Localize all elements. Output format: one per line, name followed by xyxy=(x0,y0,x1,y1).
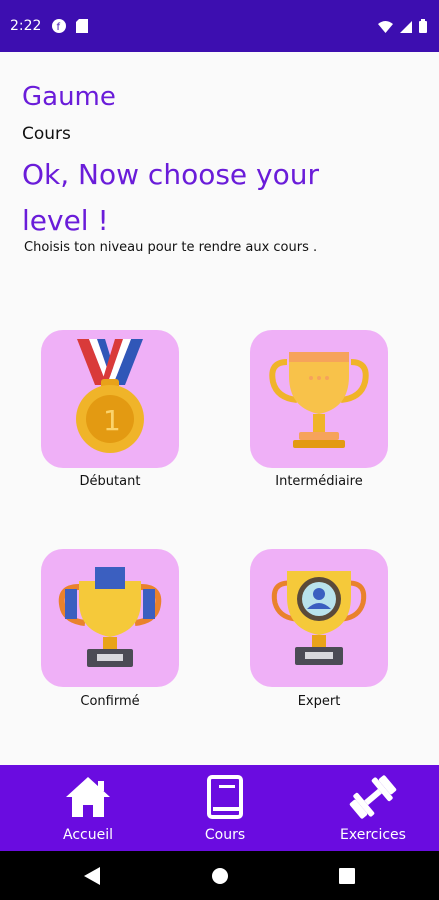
nav-item-cours[interactable]: Cours xyxy=(165,775,285,851)
trophy-ribbon-icon xyxy=(55,561,165,675)
wifi-icon xyxy=(378,18,393,37)
nav-label-cours: Cours xyxy=(204,827,246,843)
level-card-expert[interactable] xyxy=(250,549,388,687)
trophy-icon xyxy=(269,342,369,456)
level-card-intermediaire[interactable] xyxy=(250,330,388,468)
main-content: Gaume Cours Ok, Now choose your level ! … xyxy=(0,52,439,765)
nav-item-exercices[interactable]: Exercices xyxy=(313,775,433,851)
recents-icon[interactable] xyxy=(339,868,355,888)
nav-label-exercices: Exercices xyxy=(340,827,406,843)
app-title: Gaume xyxy=(22,82,116,112)
trophy-portrait-icon xyxy=(269,561,369,675)
level-card-confirme[interactable] xyxy=(41,549,179,687)
system-navigation-bar xyxy=(0,851,439,900)
cell-signal-icon xyxy=(400,18,412,37)
svg-text:1: 1 xyxy=(103,404,121,437)
nav-label-accueil: Accueil xyxy=(63,827,113,843)
home-icon xyxy=(64,775,112,823)
svg-text:f: f xyxy=(57,22,61,33)
dumbbell-icon xyxy=(348,775,398,823)
sd-card-icon xyxy=(76,18,88,37)
page-subtitle: Cours xyxy=(22,124,71,144)
medal-icon: 1 xyxy=(55,337,165,461)
level-label-expert[interactable]: Expert xyxy=(229,694,409,709)
page-description: Choisis ton niveau pour te rendre aux co… xyxy=(24,240,318,255)
page-headline: Ok, Now choose your level ! xyxy=(22,158,320,237)
bottom-navigation: Accueil Cours Exercices xyxy=(0,765,439,851)
level-label-confirme[interactable]: Confirmé xyxy=(20,694,200,709)
level-label-debutant[interactable]: Débutant xyxy=(20,474,200,489)
status-time: 2:22 xyxy=(10,18,42,34)
level-card-debutant[interactable]: 1 xyxy=(41,330,179,468)
home-button-icon[interactable] xyxy=(211,867,229,889)
level-label-intermediaire[interactable]: Intermédiaire xyxy=(229,474,409,489)
circle-f-icon: f xyxy=(52,18,66,37)
nav-item-accueil[interactable]: Accueil xyxy=(28,775,148,851)
back-icon[interactable] xyxy=(84,867,100,889)
status-bar: 2:22 f xyxy=(0,0,439,52)
book-icon xyxy=(205,775,245,823)
battery-icon xyxy=(419,18,427,37)
